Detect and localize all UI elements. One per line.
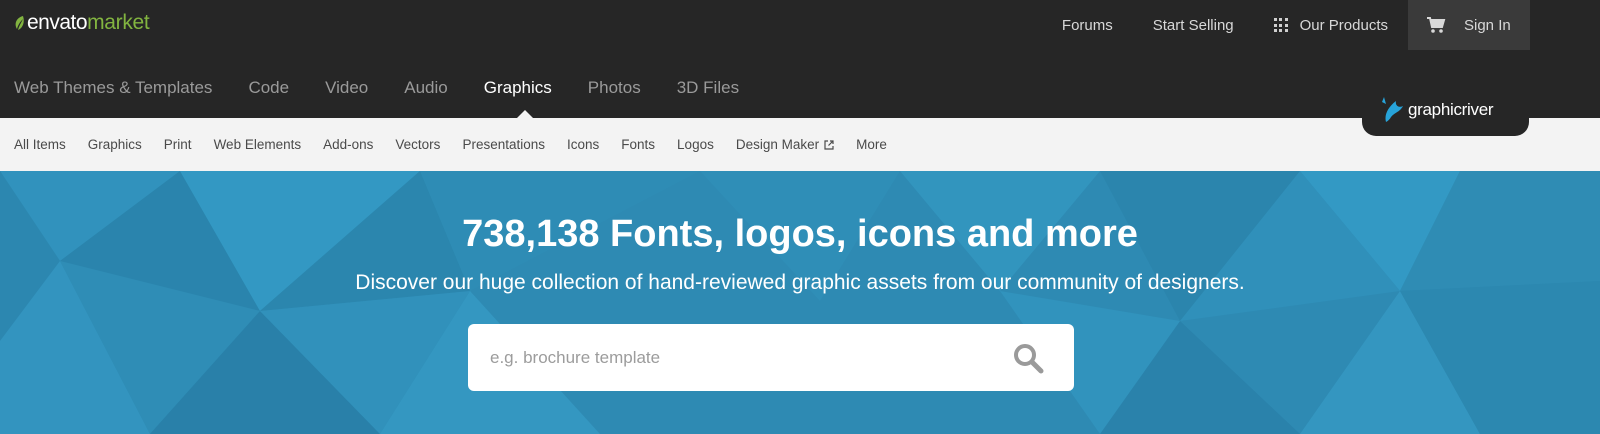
subnav-icons[interactable]: Icons — [567, 137, 599, 152]
subnav-fonts[interactable]: Fonts — [621, 137, 655, 152]
search-box — [468, 324, 1074, 391]
subnav-web-elements[interactable]: Web Elements — [214, 137, 302, 152]
grid-icon — [1273, 18, 1288, 32]
graphicriver-badge[interactable]: graphicriver — [1362, 84, 1529, 136]
sub-nav: All Items Graphics Print Web Elements Ad… — [0, 118, 1600, 171]
start-selling-link[interactable]: Start Selling — [1133, 17, 1254, 34]
subnav-vectors[interactable]: Vectors — [395, 137, 440, 152]
category-code[interactable]: Code — [248, 78, 289, 98]
logo-word-envato: envato — [27, 11, 88, 34]
graphicriver-label: graphicriver — [1408, 100, 1494, 119]
our-products-button[interactable]: Our Products — [1254, 17, 1408, 34]
category-web-themes[interactable]: Web Themes & Templates — [14, 78, 212, 98]
envato-market-logo[interactable]: envato market — [14, 11, 150, 35]
top-bar: envato market Forums Start Selling Our P… — [0, 0, 1600, 60]
logo-word-market: market — [87, 11, 150, 34]
search-input[interactable] — [490, 324, 990, 391]
category-3d-files[interactable]: 3D Files — [677, 78, 739, 98]
sign-in-area: Sign In — [1408, 0, 1530, 50]
hero-background-pattern — [0, 171, 1600, 434]
subnav-graphics[interactable]: Graphics — [88, 137, 142, 152]
category-photos[interactable]: Photos — [588, 78, 641, 98]
hero-title: 738,138 Fonts, logos, icons and more — [462, 213, 1138, 255]
subnav-add-ons[interactable]: Add-ons — [323, 137, 373, 152]
forums-link[interactable]: Forums — [1042, 17, 1133, 34]
graphicriver-fish-icon — [1382, 97, 1403, 122]
subnav-print[interactable]: Print — [164, 137, 192, 152]
category-video[interactable]: Video — [325, 78, 368, 98]
external-link-icon — [824, 139, 834, 150]
category-graphics[interactable]: Graphics — [484, 78, 552, 98]
subnav-presentations[interactable]: Presentations — [462, 137, 545, 152]
top-nav: Forums Start Selling Our Products Sign I… — [1042, 0, 1600, 50]
cart-icon[interactable] — [1426, 16, 1446, 34]
leaf-icon — [15, 16, 24, 30]
subnav-design-maker-label: Design Maker — [735, 137, 820, 152]
subnav-all-items[interactable]: All Items — [14, 137, 66, 152]
category-nav: Web Themes & Templates Code Video Audio … — [14, 78, 775, 98]
hero-banner: 738,138 Fonts, logos, icons and more Dis… — [0, 171, 1600, 434]
sign-in-link[interactable]: Sign In — [1464, 17, 1511, 34]
category-audio[interactable]: Audio — [404, 78, 447, 98]
subnav-logos[interactable]: Logos — [677, 137, 714, 152]
hero-subtitle: Discover our huge collection of hand-rev… — [355, 271, 1245, 294]
our-products-label: Our Products — [1299, 16, 1388, 34]
subnav-design-maker[interactable]: Design Maker — [736, 137, 834, 152]
subnav-more[interactable]: More — [856, 137, 887, 152]
search-icon[interactable] — [1012, 342, 1044, 374]
active-category-indicator — [517, 110, 533, 118]
